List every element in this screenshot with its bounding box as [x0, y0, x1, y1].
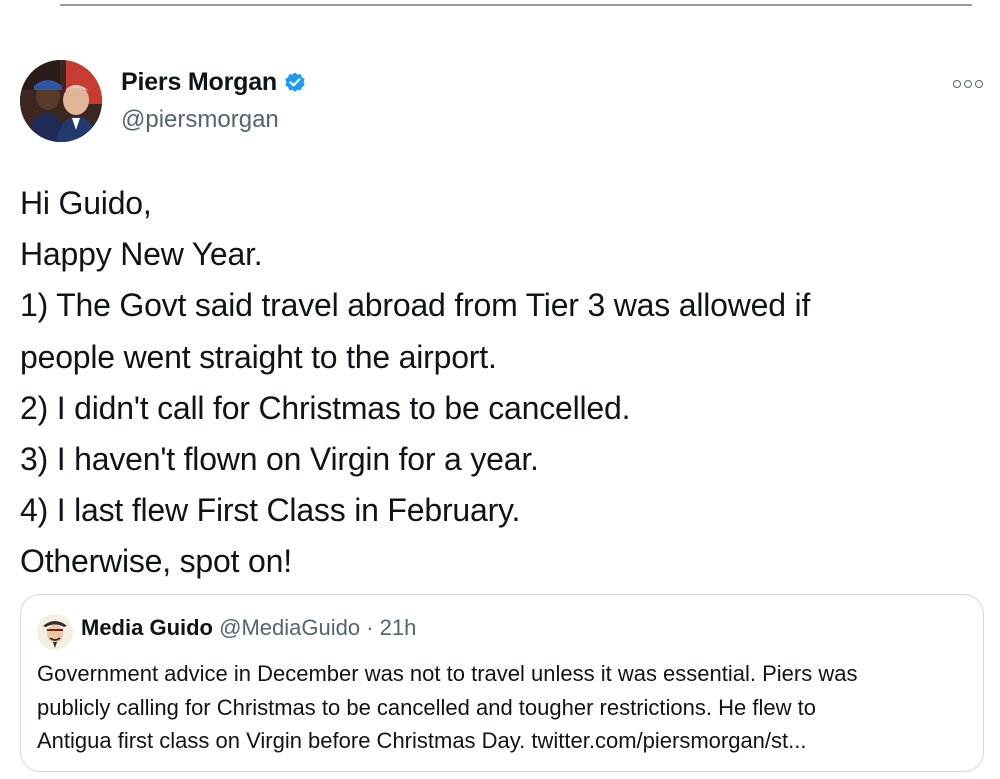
- profile-photo-icon: [20, 60, 102, 142]
- tweet-line: 1) The Govt said travel abroad from Tier…: [20, 287, 811, 324]
- quoted-header: Media Guido @MediaGuido · 21h: [81, 615, 416, 641]
- quoted-handle[interactable]: @MediaGuido: [219, 615, 360, 640]
- author-name-row: Piers Morgan: [121, 68, 307, 97]
- more-options-icon[interactable]: [953, 80, 987, 92]
- author-display-name[interactable]: Piers Morgan: [121, 68, 277, 97]
- tweet-line: Otherwise, spot on!: [20, 543, 292, 580]
- tweet-line: 2) I didn't call for Christmas to be can…: [20, 389, 631, 426]
- tweet-line: 4) I last flew First Class in February.: [20, 492, 521, 529]
- top-divider: [60, 4, 972, 6]
- quoted-text: Government advice in December was not to…: [37, 657, 967, 758]
- author-handle[interactable]: @piersmorgan: [121, 106, 279, 134]
- author-avatar[interactable]: [20, 60, 102, 142]
- quoted-display-name[interactable]: Media Guido: [81, 615, 213, 640]
- quoted-tweet[interactable]: Media Guido @MediaGuido · 21h Government…: [20, 594, 984, 772]
- tweet-line: 3) I haven't flown on Virgin for a year.: [20, 441, 539, 478]
- verified-badge-icon: [283, 71, 307, 95]
- quoted-line: publicly calling for Christmas to be can…: [37, 694, 816, 720]
- tweet-line: Happy New Year.: [20, 236, 263, 273]
- tweet-line: people went straight to the airport.: [20, 338, 497, 375]
- tweet-line: Hi Guido,: [20, 185, 152, 221]
- quoted-line: Government advice in December was not to…: [37, 661, 858, 686]
- quoted-separator: ·: [366, 615, 374, 640]
- guy-fawkes-avatar-icon: [37, 614, 73, 650]
- quoted-line: Antigua first class on Virgin before Chr…: [37, 728, 807, 753]
- tweet-text: Hi Guido, Happy New Year. 1) The Govt sa…: [20, 178, 810, 588]
- quoted-author-avatar: [37, 614, 73, 650]
- quoted-timestamp[interactable]: 21h: [380, 615, 417, 640]
